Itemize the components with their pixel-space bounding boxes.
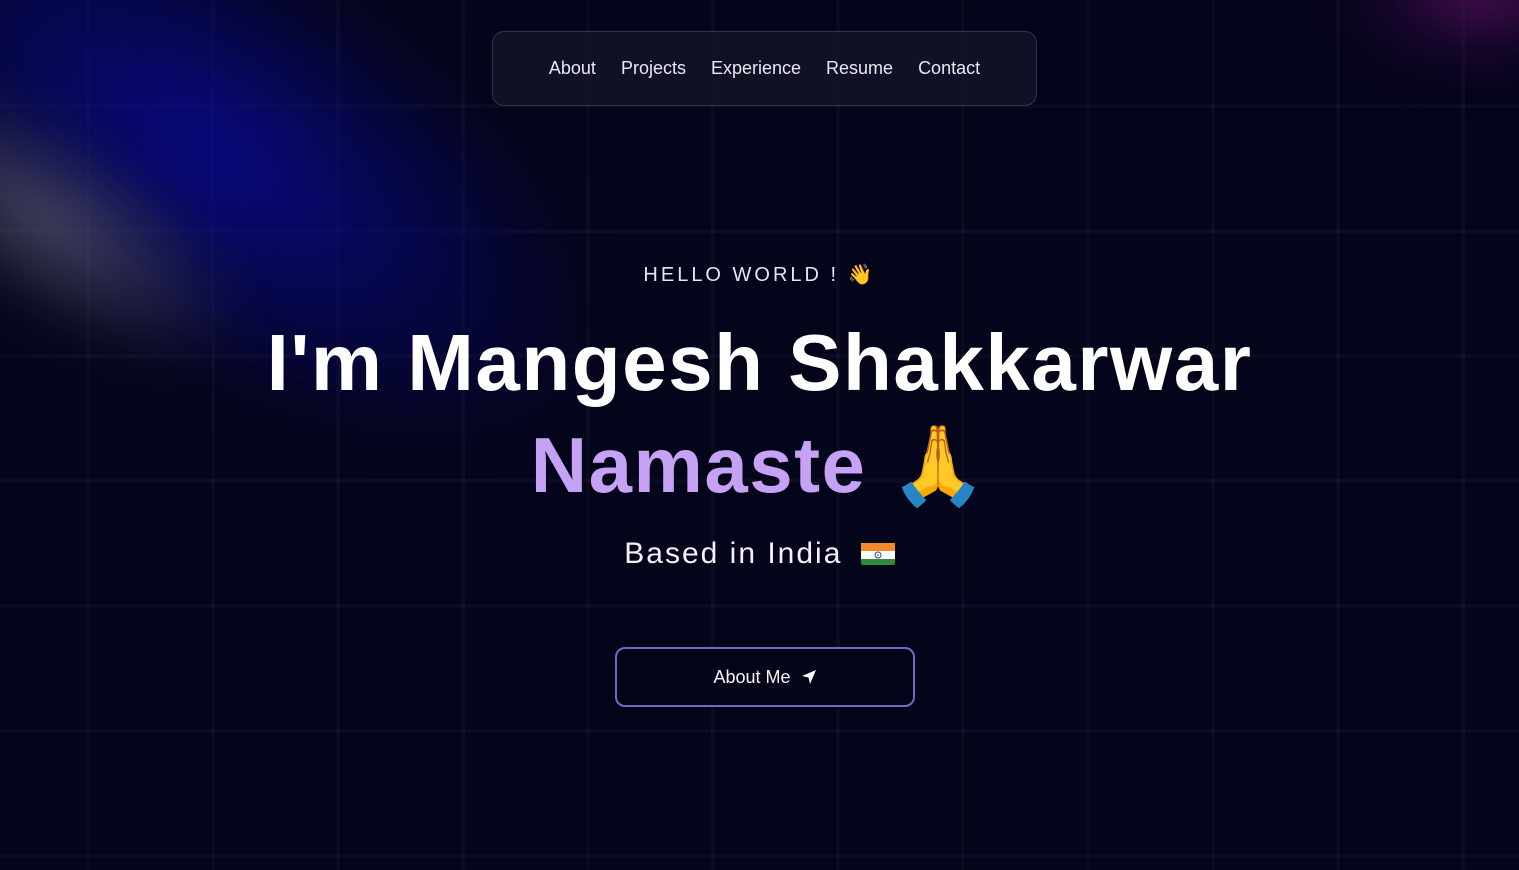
hero-greeting: HELLO WORLD ! 👋 [643,264,876,286]
purple-glow-decoration [1319,0,1519,90]
location-text: Based in India [624,537,843,570]
nav-link-experience[interactable]: Experience [711,58,801,79]
hero-location: Based in India [0,537,1519,571]
hero-name: I'm Mangesh Shakkarwar [266,318,1253,407]
nav-link-resume[interactable]: Resume [826,58,893,79]
about-me-button-label: About Me [713,666,791,687]
india-flag-icon [860,541,895,565]
nav-link-contact[interactable]: Contact [918,58,980,79]
nav-link-projects[interactable]: Projects [621,58,686,79]
hero-namaste: Namaste 🙏 [0,420,1519,510]
nav-link-about[interactable]: About [549,58,596,79]
namaste-word: Namaste [530,421,867,509]
navigation-arrow-icon [801,669,817,685]
folded-hands-icon: 🙏 [889,421,989,509]
landing-page: About Projects Experience Resume Contact… [0,0,1519,870]
top-nav: About Projects Experience Resume Contact [492,31,1037,106]
about-me-button[interactable]: About Me [615,647,915,707]
